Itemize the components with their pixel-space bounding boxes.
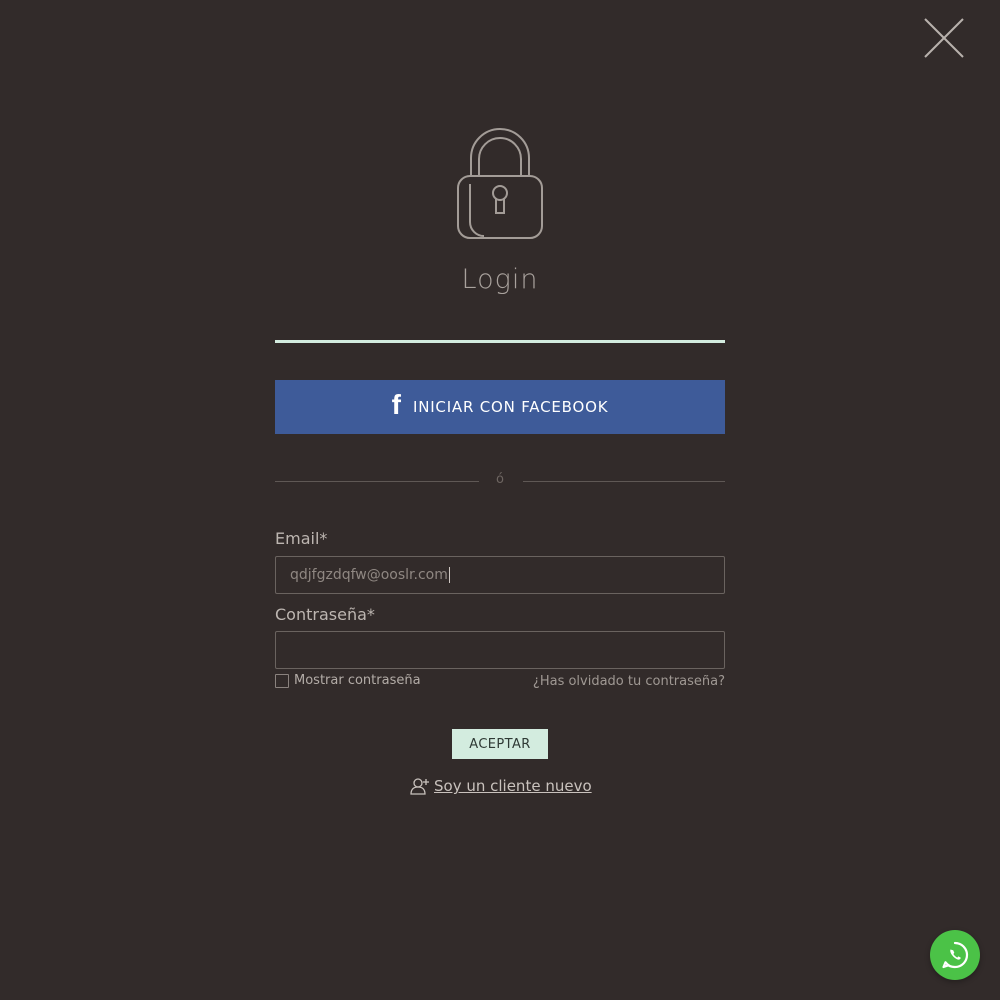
divider-line-right xyxy=(523,481,725,482)
or-divider: ó xyxy=(275,470,725,492)
new-client-label: Soy un cliente nuevo xyxy=(434,777,592,795)
title-underline xyxy=(275,340,725,343)
whatsapp-button[interactable] xyxy=(930,930,980,980)
email-value: qdjfgzdqfw@ooslr.com xyxy=(290,567,448,583)
password-label: Contraseña* xyxy=(275,605,375,624)
new-client-link[interactable]: Soy un cliente nuevo xyxy=(410,777,592,795)
password-field[interactable] xyxy=(275,631,725,669)
email-field[interactable]: qdjfgzdqfw@ooslr.com xyxy=(275,556,725,594)
facebook-login-label: INICIAR CON FACEBOOK xyxy=(412,398,609,416)
lock-icon xyxy=(454,126,546,242)
show-password-toggle[interactable]: Mostrar contraseña xyxy=(275,673,421,688)
whatsapp-icon xyxy=(942,941,969,969)
show-password-checkbox[interactable] xyxy=(275,673,289,688)
close-button[interactable] xyxy=(922,16,966,60)
forgot-password-link[interactable]: ¿Has olvidado tu contraseña? xyxy=(533,674,725,689)
show-password-label: Mostrar contraseña xyxy=(294,673,421,688)
add-user-icon xyxy=(410,778,429,795)
divider-text: ó xyxy=(496,472,504,487)
page-title: Login xyxy=(461,264,539,295)
facebook-login-button[interactable]: f INICIAR CON FACEBOOK xyxy=(275,380,725,434)
accept-button[interactable]: ACEPTAR xyxy=(452,729,548,759)
close-icon xyxy=(924,18,964,58)
facebook-icon: f xyxy=(391,389,401,420)
email-label: Email* xyxy=(275,529,328,548)
text-caret xyxy=(448,567,450,583)
